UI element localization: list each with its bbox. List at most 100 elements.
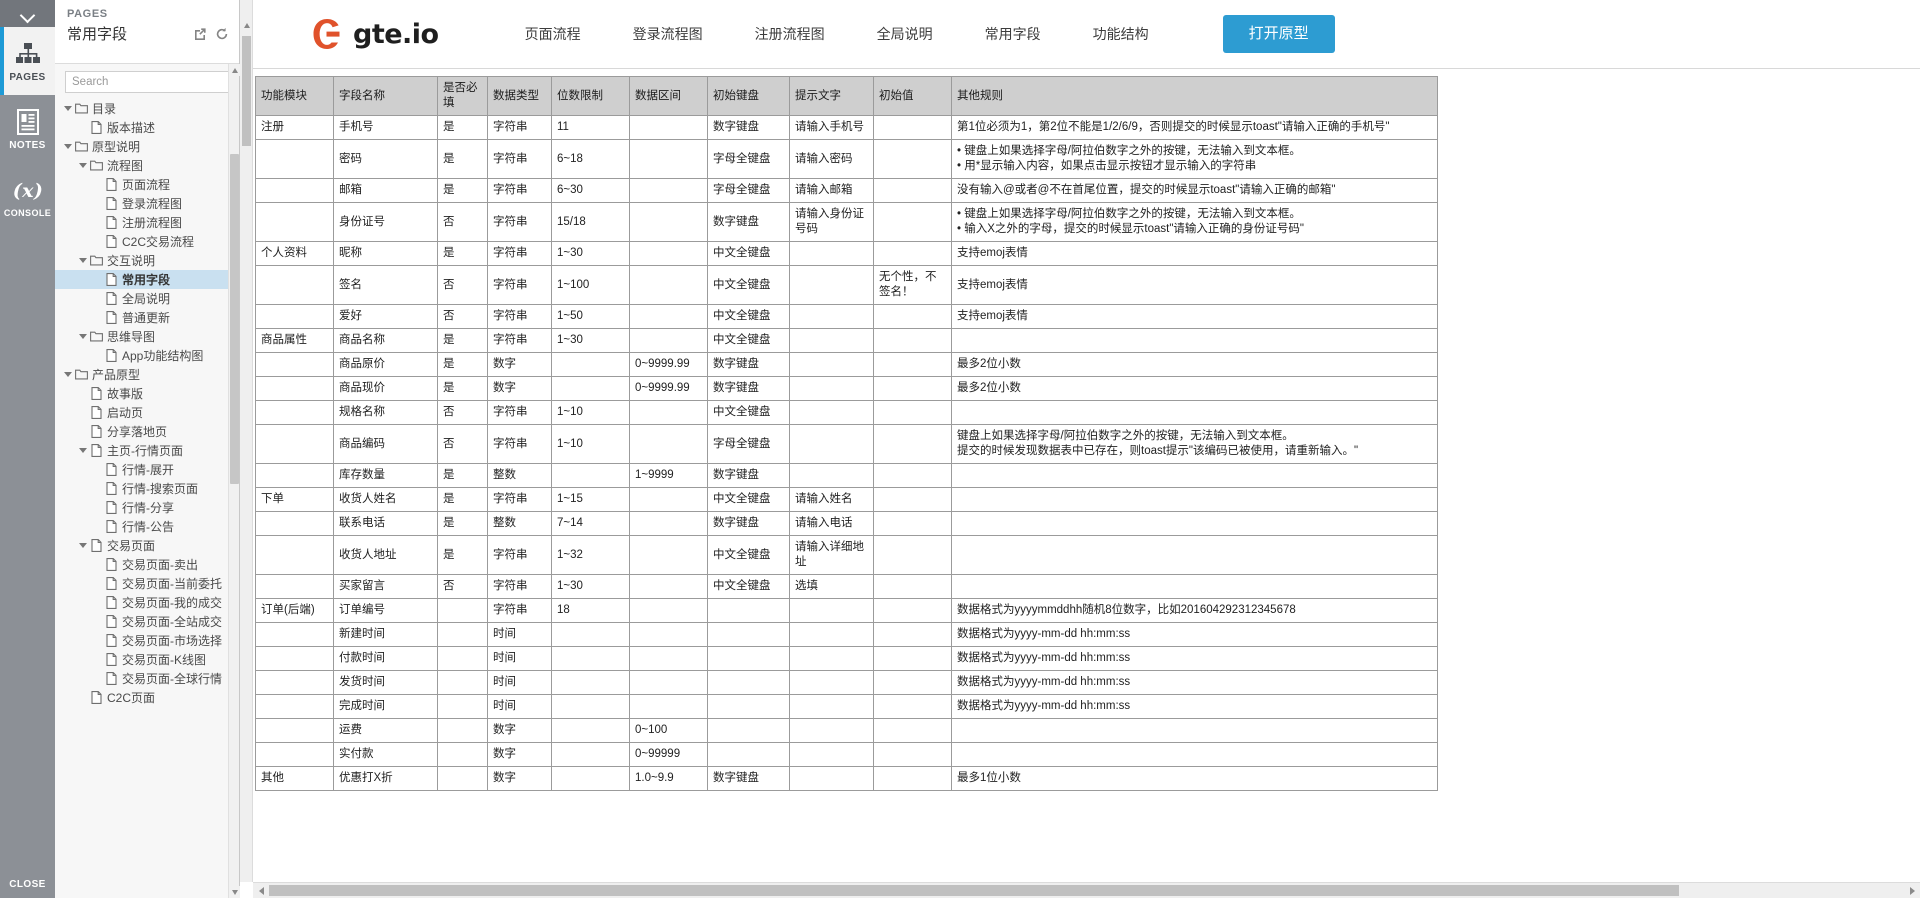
tree-item-page[interactable]: 交易页面-我的成交: [55, 593, 239, 612]
brand[interactable]: gte.io: [310, 17, 439, 51]
tree-item-folder[interactable]: 产品原型: [55, 365, 239, 384]
tree-expand-toggle[interactable]: [76, 156, 89, 175]
tree-item-page[interactable]: 版本描述: [55, 118, 239, 137]
tree-item-page[interactable]: 故事版: [55, 384, 239, 403]
spec-cell: 规格名称: [333, 400, 438, 425]
tree-item-page[interactable]: 交易页面-市场选择: [55, 631, 239, 650]
tree-item-page[interactable]: 交易页面-全站成交: [55, 612, 239, 631]
page-icon: [104, 175, 118, 194]
tree-item-page[interactable]: 交易页面: [55, 536, 239, 555]
rail-button-console[interactable]: (x) CONSOLE: [0, 163, 55, 231]
tree-item-page[interactable]: 主页-行情页面: [55, 441, 239, 460]
main-content: gte.io 页面流程 登录流程图 注册流程图 全局说明 常用字段 功能结构 打开原型 功…: [240, 0, 1920, 898]
spec-cell: 商品原价: [333, 352, 438, 377]
spec-cell: 发货时间: [333, 670, 438, 695]
tree-item-page[interactable]: 全局说明: [55, 289, 239, 308]
tree-item-page[interactable]: 交易页面-当前委托: [55, 574, 239, 593]
caret-down-icon: [78, 543, 87, 548]
tree-item-folder[interactable]: 交互说明: [55, 251, 239, 270]
collapse-panel-button[interactable]: [0, 0, 55, 27]
nav-link-4[interactable]: 全局说明: [851, 24, 959, 44]
svg-text:(x): (x): [12, 180, 43, 202]
tree-item-page[interactable]: App功能结构图: [55, 346, 239, 365]
content-vertical-scrollbar[interactable]: [240, 0, 253, 882]
tree-item-page[interactable]: 常用字段: [55, 270, 239, 289]
nav-link-1[interactable]: 页面流程: [499, 24, 607, 44]
spec-cell: 0~9999.99: [629, 376, 708, 401]
tree-item-page[interactable]: 启动页: [55, 403, 239, 422]
spec-cell: [873, 178, 952, 203]
tree-item-page[interactable]: 交易页面-全球行情: [55, 669, 239, 688]
tree-item-page[interactable]: 注册流程图: [55, 213, 239, 232]
tree-item-label: 行情-搜索页面: [122, 482, 198, 496]
tree-item-label: 交易页面: [107, 539, 156, 553]
spec-cell: [707, 598, 790, 623]
horizontal-scrollbar-thumb[interactable]: [269, 884, 1679, 896]
spec-cell: [629, 178, 708, 203]
rail-button-notes[interactable]: NOTES: [0, 95, 55, 163]
spec-cell: [873, 352, 952, 377]
open-prototype-button[interactable]: 打开原型: [1222, 15, 1335, 53]
nav-link-6[interactable]: 功能结构: [1067, 24, 1175, 44]
pages-panel-scrollbar[interactable]: [228, 64, 240, 898]
spec-cell: 无个性，不签名！: [873, 265, 952, 305]
tree-expand-toggle[interactable]: [61, 365, 74, 384]
spec-cell: 时间: [487, 694, 552, 719]
tree-item-page[interactable]: 页面流程: [55, 175, 239, 194]
tree-item-folder[interactable]: 目录: [55, 99, 239, 118]
spec-cell: 数据格式为yyyy-mm-dd hh:mm:ss: [951, 670, 1438, 695]
page-icon: [104, 308, 118, 327]
scroll-left-arrow[interactable]: [253, 883, 269, 898]
scrollbar-thumb[interactable]: [230, 154, 239, 484]
tree-item-page[interactable]: 交易页面-K线图: [55, 650, 239, 669]
scroll-right-arrow[interactable]: [1904, 883, 1920, 898]
spec-cell: 支持emoj表情: [951, 241, 1438, 266]
tree-expand-toggle[interactable]: [76, 441, 89, 460]
nav-link-3[interactable]: 注册流程图: [729, 24, 851, 44]
rail-button-pages[interactable]: PAGES: [0, 27, 55, 95]
spec-cell: 是: [437, 487, 488, 512]
tree-expand-toggle[interactable]: [61, 99, 74, 118]
nav-link-5[interactable]: 常用字段: [959, 24, 1067, 44]
open-in-new-icon[interactable]: [193, 27, 207, 41]
tree-item-page[interactable]: 行情-搜索页面: [55, 479, 239, 498]
spec-table-row: 商品属性 商品名称是字符串 1~30 中文全键盘: [255, 328, 1438, 353]
tree-item-page[interactable]: 普通更新: [55, 308, 239, 327]
spec-cell: 1~15: [551, 487, 630, 512]
tree-item-label: App功能结构图: [122, 349, 204, 363]
nav-link-2[interactable]: 登录流程图: [607, 24, 729, 44]
scroll-down-arrow[interactable]: [229, 886, 240, 898]
content-scrollbar-thumb[interactable]: [242, 36, 251, 146]
spec-cell: 请输入手机号: [789, 115, 874, 140]
tree-item-page[interactable]: 交易页面-卖出: [55, 555, 239, 574]
tree-item-page[interactable]: 行情-分享: [55, 498, 239, 517]
tree-item-folder[interactable]: 思维导图: [55, 327, 239, 346]
search-input[interactable]: [65, 71, 231, 93]
tree-item-folder[interactable]: 流程图: [55, 156, 239, 175]
tree-item-page[interactable]: C2C交易流程: [55, 232, 239, 251]
tree-item-page[interactable]: 行情-公告: [55, 517, 239, 536]
tree-item-folder[interactable]: 原型说明: [55, 137, 239, 156]
tree-expand-toggle[interactable]: [76, 536, 89, 555]
spec-cell: 1~30: [551, 328, 630, 353]
scroll-up-arrow[interactable]: [229, 64, 240, 76]
tree-expand-toggle[interactable]: [61, 137, 74, 156]
sitemap-icon: [15, 39, 41, 69]
tree-expand-toggle[interactable]: [76, 251, 89, 270]
tree-item-page[interactable]: C2C页面: [55, 688, 239, 707]
spec-cell: [873, 400, 952, 425]
tree-expand-toggle[interactable]: [76, 327, 89, 346]
spec-cell: 15/18: [551, 202, 630, 242]
tree-item-page[interactable]: 分享落地页: [55, 422, 239, 441]
spec-table-row: 下单 收货人姓名是字符串 1~15 中文全键盘 请输入姓名: [255, 487, 1438, 512]
content-horizontal-scrollbar[interactable]: [253, 882, 1920, 898]
tree-item-label: 交易页面-当前委托: [122, 577, 222, 591]
tree-item-page[interactable]: 行情-展开: [55, 460, 239, 479]
content-scroll-up-arrow[interactable]: [240, 18, 253, 32]
spec-table-row: 实付款 数字 0~99999: [255, 742, 1438, 767]
refresh-icon[interactable]: [215, 27, 229, 41]
spec-cell: [255, 304, 334, 329]
horizontal-scroll-track[interactable]: [269, 883, 1904, 898]
close-panel-button[interactable]: CLOSE: [0, 879, 55, 890]
tree-item-page[interactable]: 登录流程图: [55, 194, 239, 213]
